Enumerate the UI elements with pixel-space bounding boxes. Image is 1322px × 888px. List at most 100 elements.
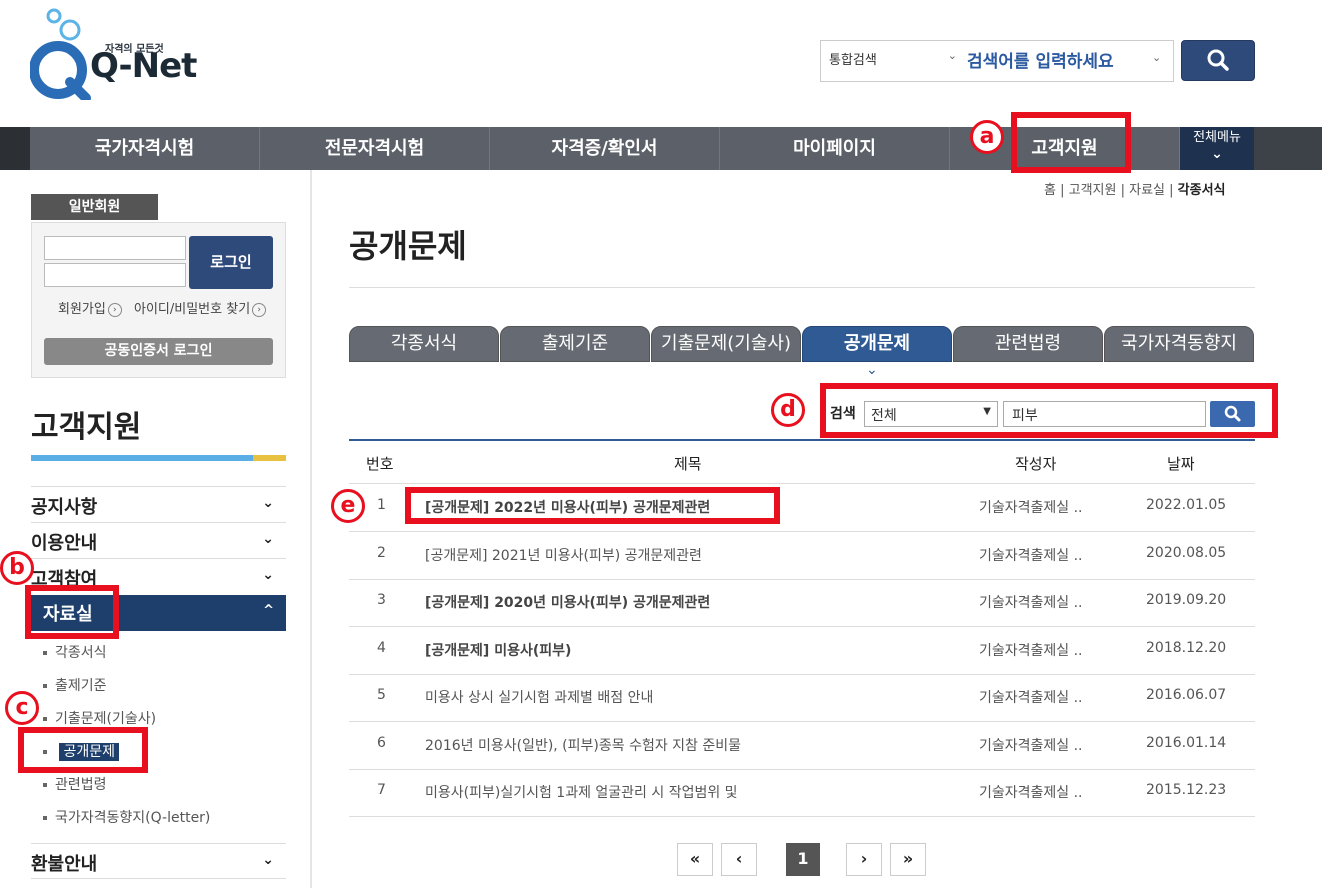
row-divider xyxy=(349,483,1255,484)
table-cell-number: 1 xyxy=(377,497,386,513)
table-cell-title-link[interactable]: [공개문제] 미용사(피부) xyxy=(425,640,571,660)
sidebar-sub-past-exams[interactable]: 기출문제(기술사) xyxy=(43,708,156,728)
table-header-author: 작성자 xyxy=(1015,455,1057,473)
table-cell-number: 7 xyxy=(377,782,386,798)
table-header-title: 제목 xyxy=(674,455,702,473)
table-header-date: 날짜 xyxy=(1167,455,1195,473)
row-divider xyxy=(349,768,1255,770)
nav-item-professional-exam[interactable]: 전문자격시험 xyxy=(260,127,490,170)
sidebar-item-notice[interactable]: 공지사항 ⌄ xyxy=(31,486,286,522)
table-cell-number: 5 xyxy=(377,687,386,703)
chevron-down-icon: ⌄ xyxy=(262,495,274,511)
tab-standards[interactable]: 출제기준 xyxy=(500,326,650,362)
search-icon xyxy=(1207,49,1229,71)
table-cell-title-link[interactable]: [공개문제] 2020년 미용사(피부) 공개문제관련 xyxy=(425,592,710,612)
annotation-box-c xyxy=(18,727,148,773)
signup-link[interactable]: 회원가입 › xyxy=(58,298,122,317)
divider xyxy=(349,287,1255,288)
find-account-link[interactable]: 아이디/비밀번호 찾기 › xyxy=(134,298,267,317)
breadcrumb-home[interactable]: 홈 xyxy=(1044,183,1056,198)
id-input[interactable] xyxy=(44,236,186,260)
tab-qletter[interactable]: 국가자격동향지 xyxy=(1104,326,1254,362)
chevron-down-icon: ⌄ xyxy=(1211,146,1223,162)
page-title: 공개문제 xyxy=(349,227,467,265)
sidebar-item-label: 환불안내 xyxy=(31,854,98,875)
sidebar-item-guide[interactable]: 이용안내 ⌄ xyxy=(31,522,286,558)
table-cell-date: 2022.01.05 xyxy=(1146,497,1227,513)
table-cell-author: 기술자격출제실 .. xyxy=(979,500,1083,516)
sidebar-item-label: 이용안내 xyxy=(31,533,98,554)
sidebar-title-bar xyxy=(31,455,253,461)
tab-public-questions[interactable]: 공개문제 xyxy=(802,326,952,362)
general-member-tab[interactable]: 일반회원 xyxy=(31,194,158,220)
table-cell-number: 4 xyxy=(377,639,386,656)
pagination-first-button[interactable]: « xyxy=(677,843,713,876)
table-cell-title-link[interactable]: 미용사 상시 실기시험 과제별 배점 안내 xyxy=(425,687,653,707)
nav-item-certificate[interactable]: 자격증/확인서 xyxy=(490,127,720,170)
all-menu-label: 전체메뉴 xyxy=(1193,130,1241,145)
row-divider xyxy=(349,816,1255,817)
breadcrumb-level2[interactable]: 자료실 xyxy=(1129,183,1165,198)
annotation-badge-c: c xyxy=(5,691,39,725)
table-cell-title-link[interactable]: 2016년 미용사(일반), (피부)종목 수험자 지참 준비물 xyxy=(425,735,741,755)
annotation-box-e xyxy=(405,487,780,524)
chevron-down-icon: ⌄ xyxy=(262,567,274,583)
pagination-last-button[interactable]: » xyxy=(890,843,926,876)
sidebar-item-refund[interactable]: 환불안내 ⌄ xyxy=(31,843,286,879)
table-cell-number: 2 xyxy=(377,544,386,561)
search-category-label: 통합검색 xyxy=(829,53,877,68)
password-input[interactable] xyxy=(44,263,186,287)
arrow-right-icon: › xyxy=(252,302,267,317)
arrow-right-icon: › xyxy=(107,302,122,317)
certificate-login-button[interactable]: 공동인증서 로그인 xyxy=(44,338,273,365)
table-cell-author: 기술자격출제실 .. xyxy=(979,690,1083,706)
sidebar-sub-forms[interactable]: 각종서식 xyxy=(43,642,107,662)
pagination-next-button[interactable]: › xyxy=(846,843,882,876)
table-cell-date: 2020.08.05 xyxy=(1146,544,1227,561)
sidebar-title-bar-accent xyxy=(253,455,286,461)
annotation-box-a xyxy=(1011,112,1131,173)
signup-link-label: 회원가입 xyxy=(58,302,106,317)
table-cell-date: 2018.12.20 xyxy=(1146,639,1227,656)
row-divider xyxy=(349,721,1255,722)
table-cell-date: 2016.06.07 xyxy=(1146,687,1227,703)
sidebar-sub-laws[interactable]: 관련법령 xyxy=(43,774,107,794)
all-menu-button[interactable]: 전체메뉴 ⌄ xyxy=(1180,127,1254,170)
pagination-page-1[interactable]: 1 xyxy=(786,843,820,876)
row-divider xyxy=(349,626,1255,627)
tab-forms[interactable]: 각종서식 xyxy=(349,326,499,362)
chevron-down-icon: ⌄ xyxy=(262,531,274,547)
search-input[interactable]: 검색어를 입력하세요 xyxy=(967,47,1114,72)
table-cell-title-link[interactable]: 미용사(피부)실기시험 1과제 얼굴관리 시 작업범위 및 xyxy=(425,782,738,802)
chevron-down-icon: ⌄ xyxy=(866,362,878,378)
breadcrumb-current: 각종서식 xyxy=(1177,183,1226,198)
tab-past-exams[interactable]: 기출문제(기술사) xyxy=(651,326,801,362)
table-header-number: 번호 xyxy=(366,455,394,473)
row-divider xyxy=(349,531,1255,532)
table-top-border xyxy=(349,439,1255,441)
breadcrumb-level1[interactable]: 고객지원 xyxy=(1069,183,1117,198)
nav-item-mypage[interactable]: 마이페이지 xyxy=(720,127,950,170)
nav-item-national-exam[interactable]: 국가자격시험 xyxy=(30,127,260,170)
table-cell-number: 3 xyxy=(377,592,386,608)
table-cell-author: 기술자격출제실 .. xyxy=(979,642,1083,659)
logo-text: Q-Net xyxy=(90,46,197,86)
search-category-select[interactable]: 통합검색 ⌄ xyxy=(821,41,961,81)
sidebar-sub-standards[interactable]: 출제기준 xyxy=(43,675,107,695)
annotation-badge-d: d xyxy=(771,393,805,427)
global-search: 통합검색 ⌄ 검색어를 입력하세요 ⌄ xyxy=(820,40,1174,82)
row-divider xyxy=(349,578,1255,580)
table-cell-number: 6 xyxy=(377,734,386,751)
annotation-badge-b: b xyxy=(0,551,34,585)
sidebar-item-label: 공지사항 xyxy=(31,497,98,518)
login-button[interactable]: 로그인 xyxy=(189,236,273,289)
table-cell-author: 기술자격출제실 .. xyxy=(979,785,1083,801)
table-cell-date: 2016.01.14 xyxy=(1146,734,1227,751)
pagination-prev-button[interactable]: ‹ xyxy=(721,843,757,876)
table-cell-title-link[interactable]: [공개문제] 2021년 미용사(피부) 공개문제관련 xyxy=(425,545,702,565)
chevron-down-icon: ⌄ xyxy=(947,49,957,62)
sidebar-sub-qletter[interactable]: 국가자격동향지(Q-letter) xyxy=(43,807,210,827)
tab-laws[interactable]: 관련법령 xyxy=(953,326,1103,362)
search-button[interactable] xyxy=(1181,40,1255,81)
sidebar-title: 고객지원 xyxy=(31,410,142,445)
